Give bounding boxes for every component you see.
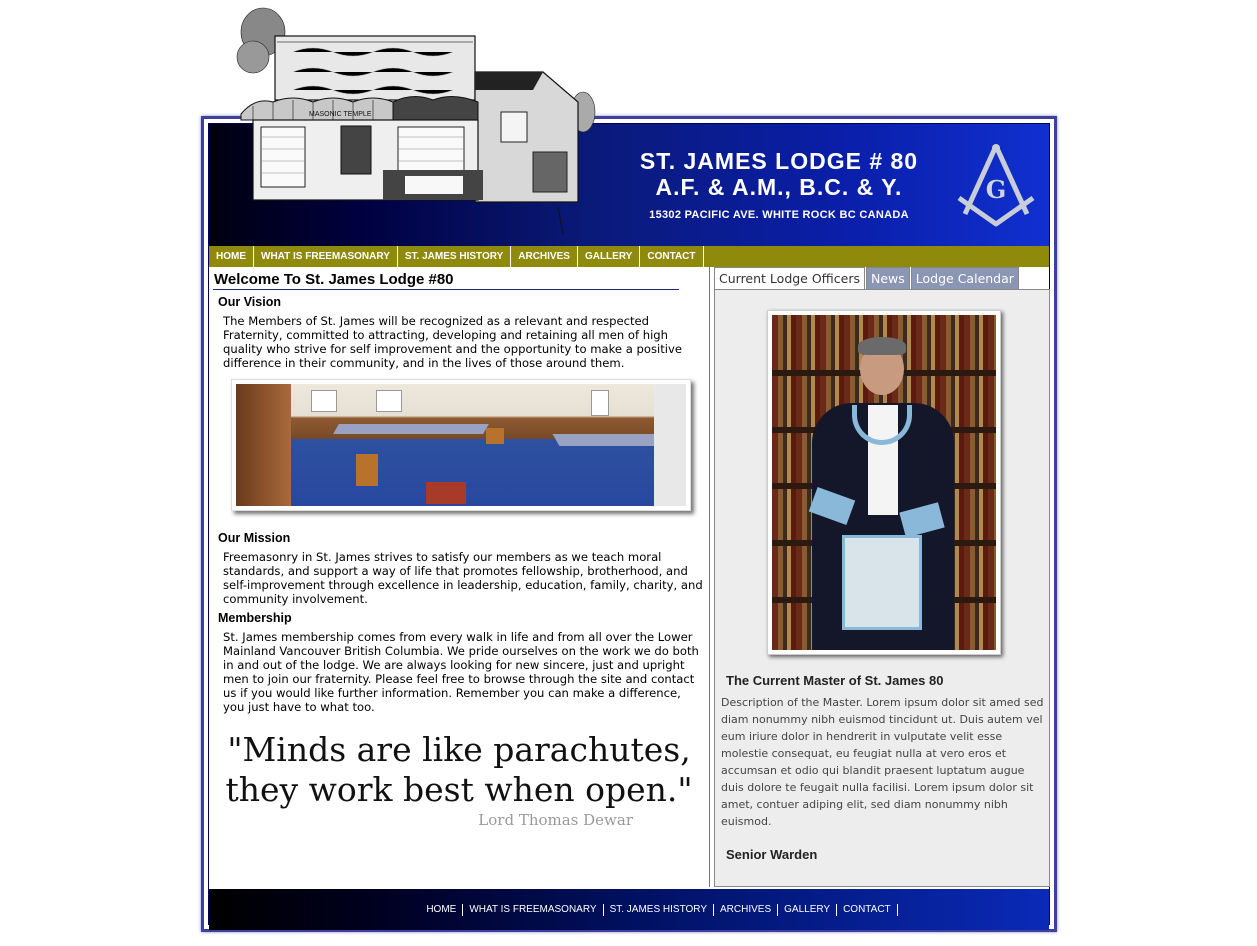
officer2-title: Senior Warden xyxy=(726,847,818,862)
officer-photo xyxy=(772,315,996,650)
nav-archives[interactable]: ARCHIVES xyxy=(511,246,578,267)
building-sign: MASONIC TEMPLE xyxy=(309,111,372,118)
quote-author: Lord Thomas Dewar xyxy=(478,811,633,829)
officer-description: Description of the Master. Lorem ipsum d… xyxy=(721,696,1044,828)
page-container: ST. JAMES LODGE # 80 A.F. & A.M., B.C. &… xyxy=(208,123,1052,930)
page-frame: ST. JAMES LODGE # 80 A.F. & A.M., B.C. &… xyxy=(201,116,1057,932)
tab-lodge-calendar[interactable]: Lodge Calendar xyxy=(910,267,1019,289)
vision-heading: Our Vision xyxy=(218,295,281,309)
membership-text: St. James membership comes from every wa… xyxy=(223,630,699,714)
lodge-room-photo-frame xyxy=(231,379,691,511)
square-and-compasses-icon: G xyxy=(957,144,1035,227)
site-footer: HOME WHAT IS FREEMASONARY ST. JAMES HIST… xyxy=(209,889,1049,930)
officer-title: The Current Master of St. James 80 xyxy=(726,673,944,688)
site-title-line1: ST. JAMES LODGE # 80 xyxy=(639,148,919,174)
main-nav: HOME WHAT IS FREEMASONARY ST. JAMES HIST… xyxy=(209,246,1049,267)
masonic-temple-illustration: MASONIC TEMPLE xyxy=(236,7,596,235)
mission-text: Freemasonry in St. James strives to sati… xyxy=(223,550,703,606)
site-title-line2: A.F. & A.M., B.C. & Y. xyxy=(655,174,903,200)
nav-contact[interactable]: CONTACT xyxy=(640,246,704,267)
footer-gallery[interactable]: GALLERY xyxy=(778,903,838,916)
membership-heading: Membership xyxy=(218,611,292,625)
site-address: 15302 PACIFIC AVE. WHITE ROCK BC CANADA xyxy=(649,209,909,221)
tab-current-lodge-officers[interactable]: Current Lodge Officers xyxy=(714,267,865,289)
mission-heading: Our Mission xyxy=(218,531,291,545)
footer-st-james-history[interactable]: ST. JAMES HISTORY xyxy=(604,903,714,916)
tab-news[interactable]: News xyxy=(866,267,910,289)
vision-text: The Members of St. James will be recogni… xyxy=(223,314,683,370)
officer-photo-frame xyxy=(767,310,1001,655)
quote: "Minds are like parachutes, they work be… xyxy=(213,730,705,810)
lodge-room-photo xyxy=(236,384,686,506)
officers-panel: The Current Master of St. James 80 Descr… xyxy=(714,289,1050,887)
quote-line2: they work best when open." xyxy=(225,770,693,809)
main-content: Welcome To St. James Lodge #80 Our Visio… xyxy=(213,270,705,829)
site-title: ST. JAMES LODGE # 80 A.F. & A.M., B.C. &… xyxy=(619,148,939,200)
quote-line1: "Minds are like parachutes, xyxy=(227,730,691,769)
nav-what-is-freemasonary[interactable]: WHAT IS FREEMASONARY xyxy=(254,246,398,267)
emblem-letter: G xyxy=(986,175,1007,204)
footer-home[interactable]: HOME xyxy=(420,903,464,916)
page-title: Welcome To St. James Lodge #80 xyxy=(213,270,679,290)
footer-contact[interactable]: CONTACT xyxy=(837,903,898,916)
footer-archives[interactable]: ARCHIVES xyxy=(714,903,779,916)
nav-home[interactable]: HOME xyxy=(209,246,254,267)
nav-gallery[interactable]: GALLERY xyxy=(578,246,641,267)
footer-what-is-freemasonary[interactable]: WHAT IS FREEMASONARY xyxy=(463,903,604,916)
sidebar: Current Lodge Officers News Lodge Calend… xyxy=(709,266,1052,887)
nav-st-james-history[interactable]: ST. JAMES HISTORY xyxy=(398,246,512,267)
sidebar-tabs: Current Lodge Officers News Lodge Calend… xyxy=(714,267,1020,289)
